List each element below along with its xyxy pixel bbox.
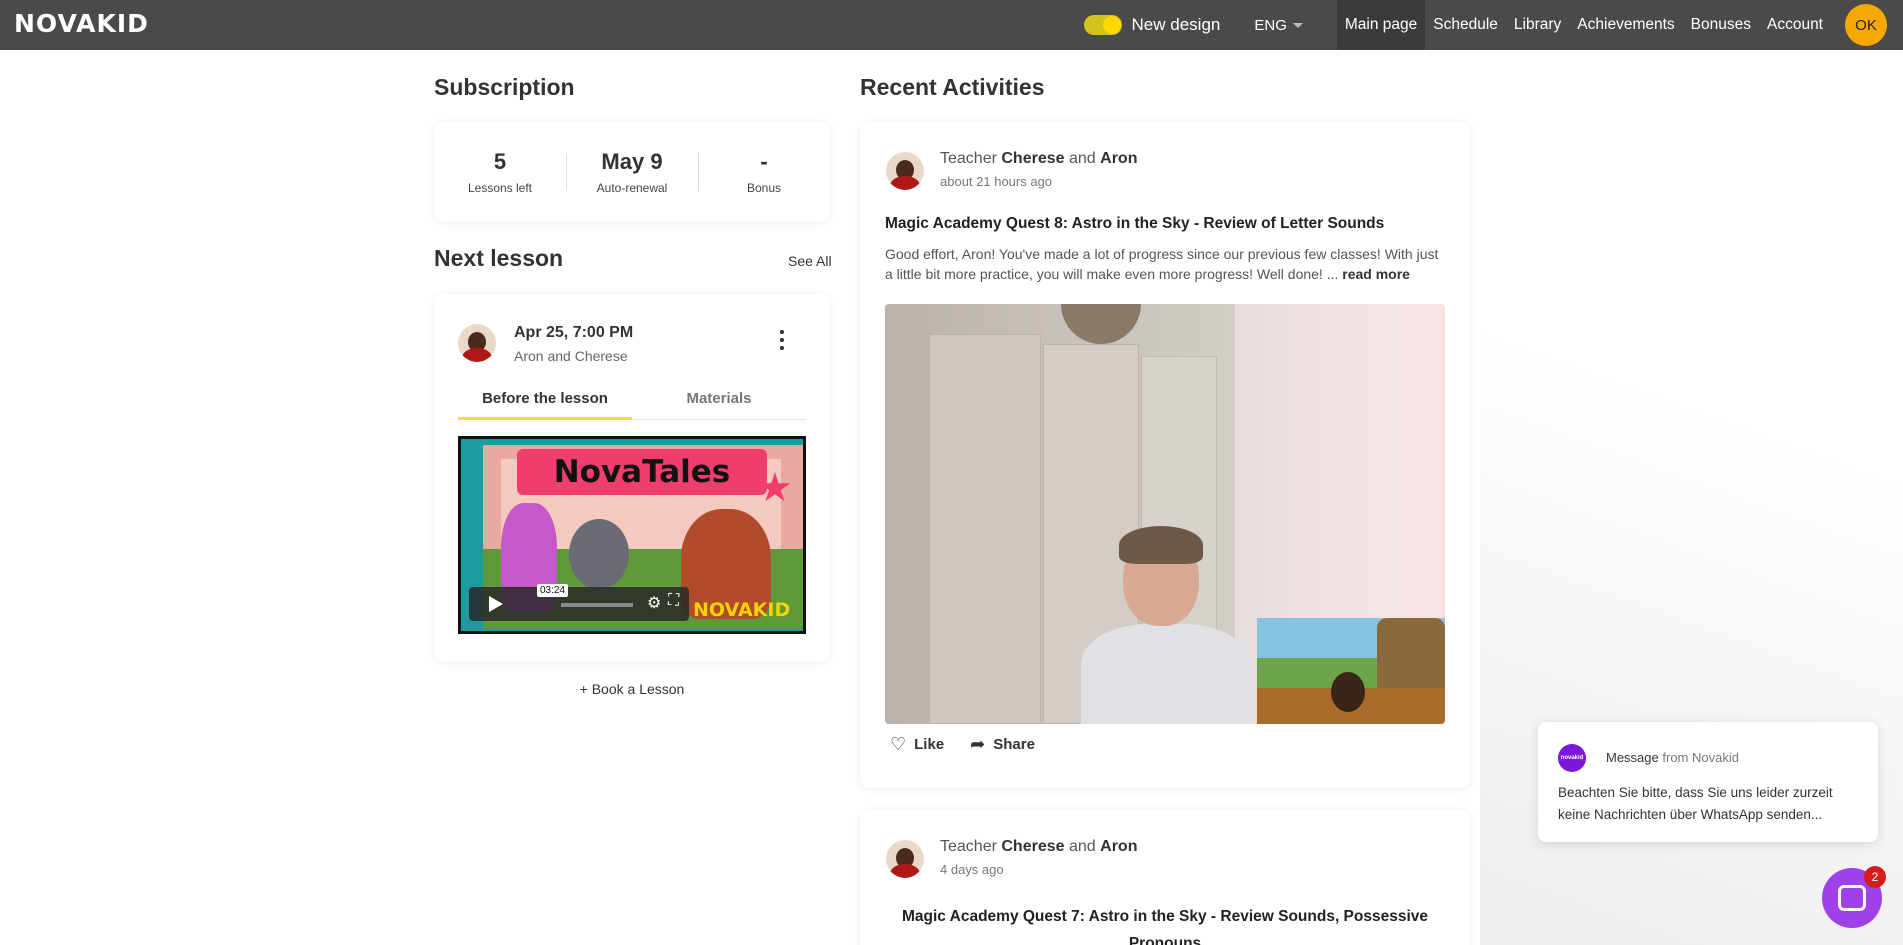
fullscreen-icon[interactable]: ⛶ bbox=[668, 592, 679, 610]
stat-auto-renewal: May 9 Auto-renewal bbox=[566, 149, 698, 195]
activity-time: 4 days ago bbox=[940, 862, 1004, 877]
novakid-logo[interactable]: NOVAKID bbox=[14, 9, 149, 38]
like-label: Like bbox=[914, 736, 945, 753]
activity-time: about 21 hours ago bbox=[940, 174, 1053, 189]
student-name: Aron bbox=[1100, 150, 1138, 167]
notification-header: Message from Novakid bbox=[1606, 750, 1739, 765]
stat-value: 5 bbox=[493, 149, 507, 174]
book-lesson-link[interactable]: + Book a Lesson bbox=[434, 681, 830, 697]
nav-main-page[interactable]: Main page bbox=[1336, 0, 1426, 50]
activity-lesson-title: Magic Academy Quest 8: Astro in the Sky … bbox=[885, 215, 1385, 232]
lesson-photo[interactable] bbox=[885, 304, 1445, 724]
video-brand-logo: NOVAKID bbox=[693, 599, 791, 621]
see-all-link[interactable]: See All bbox=[788, 253, 832, 269]
stat-value: - bbox=[760, 149, 768, 174]
teacher-name: Cherese bbox=[1001, 838, 1065, 855]
notification-title: Message bbox=[1606, 750, 1659, 765]
teacher-prefix: Teacher bbox=[940, 838, 997, 855]
user-avatar[interactable]: OK bbox=[1845, 4, 1887, 46]
heart-icon: ♡ bbox=[890, 734, 907, 754]
share-button[interactable]: ➦ Share bbox=[970, 734, 1035, 755]
lesson-video-player[interactable]: NovaTales ★ NOVAKID 03:24 ⚙ ⛶ bbox=[458, 436, 806, 634]
stat-bonus: - Bonus bbox=[698, 149, 830, 195]
subscription-title: Subscription bbox=[434, 74, 575, 100]
stat-value: May 9 bbox=[601, 149, 663, 174]
activity-actions: ♡ Like ➦ Share bbox=[890, 734, 1035, 755]
share-icon: ➦ bbox=[970, 734, 986, 754]
read-more-link[interactable]: read more bbox=[1342, 266, 1410, 282]
nav-bonuses[interactable]: Bonuses bbox=[1683, 0, 1759, 50]
message-notification[interactable]: novakid Message from Novakid Beachten Si… bbox=[1538, 722, 1878, 842]
next-lesson-title: Next lesson bbox=[434, 245, 564, 271]
connector: and bbox=[1068, 150, 1096, 167]
notification-body: Beachten Sie bitte, dass Sie uns leider … bbox=[1558, 785, 1833, 822]
student-name: Aron bbox=[1100, 838, 1138, 855]
language-value: ENG bbox=[1254, 16, 1287, 34]
new-design-label: New design bbox=[1131, 15, 1221, 34]
language-selector[interactable]: ENG bbox=[1254, 17, 1303, 34]
subscription-card: 5 Lessons left May 9 Auto-renewal - Bonu… bbox=[434, 122, 830, 222]
activity-comment: Good effort, Aron! You've made a lot of … bbox=[885, 244, 1447, 284]
tab-materials[interactable]: Materials bbox=[632, 390, 806, 419]
picture-in-picture-view bbox=[1257, 618, 1445, 724]
nav-schedule[interactable]: Schedule bbox=[1425, 0, 1506, 50]
star-icon: ★ bbox=[757, 466, 793, 510]
stat-label: Bonus bbox=[746, 181, 782, 195]
stat-lessons-left: 5 Lessons left bbox=[434, 149, 566, 195]
video-title-banner: NovaTales bbox=[517, 449, 767, 495]
lesson-participants: Aron and Cherese bbox=[514, 348, 628, 364]
video-timestamp: 03:24 bbox=[537, 584, 569, 597]
share-label: Share bbox=[993, 736, 1035, 753]
more-options-icon[interactable] bbox=[778, 330, 786, 350]
chat-icon bbox=[1838, 885, 1866, 911]
stat-label: Auto-renewal bbox=[596, 181, 668, 195]
chevron-down-icon bbox=[1292, 22, 1303, 28]
toggle-knob bbox=[1102, 16, 1121, 34]
play-icon[interactable] bbox=[489, 596, 503, 612]
teacher-avatar bbox=[458, 324, 496, 362]
recent-activities-title: Recent Activities bbox=[860, 74, 1045, 100]
teacher-avatar bbox=[886, 152, 924, 190]
novakid-chat-logo: novakid bbox=[1558, 744, 1586, 772]
nav-library[interactable]: Library bbox=[1506, 0, 1569, 50]
nav-achievements[interactable]: Achievements bbox=[1569, 0, 1682, 50]
stat-label: Lessons left bbox=[467, 181, 533, 195]
cartoon-raccoon bbox=[569, 519, 629, 589]
activity-participants: Teacher Cherese and Aron bbox=[940, 150, 1137, 168]
next-lesson-card: Apr 25, 7:00 PM Aron and Cherese Before … bbox=[434, 294, 830, 662]
notification-from: from Novakid bbox=[1662, 750, 1739, 765]
activity-lesson-title: Magic Academy Quest 7: Astro in the Sky … bbox=[901, 908, 1429, 945]
teacher-name: Cherese bbox=[1001, 150, 1065, 167]
top-navigation-bar: NOVAKID New design ENG Main page Schedul… bbox=[0, 0, 1903, 50]
chat-unread-badge: 2 bbox=[1864, 866, 1886, 888]
gear-icon[interactable]: ⚙ bbox=[647, 593, 661, 613]
lesson-tabs: Before the lesson Materials bbox=[458, 390, 806, 420]
nav-account[interactable]: Account bbox=[1759, 0, 1831, 50]
video-progress-bar[interactable] bbox=[561, 603, 633, 607]
nav-right-group: New design ENG Main page Schedule Librar… bbox=[1083, 0, 1903, 50]
connector: and bbox=[1068, 838, 1096, 855]
lesson-date: Apr 25, 7:00 PM bbox=[514, 324, 634, 341]
tab-before-lesson[interactable]: Before the lesson bbox=[458, 390, 632, 420]
activity-participants: Teacher Cherese and Aron bbox=[940, 838, 1137, 856]
new-design-toggle[interactable] bbox=[1083, 15, 1122, 35]
teacher-prefix: Teacher bbox=[940, 150, 997, 167]
like-button[interactable]: ♡ Like bbox=[890, 734, 944, 755]
teacher-avatar bbox=[886, 840, 924, 878]
